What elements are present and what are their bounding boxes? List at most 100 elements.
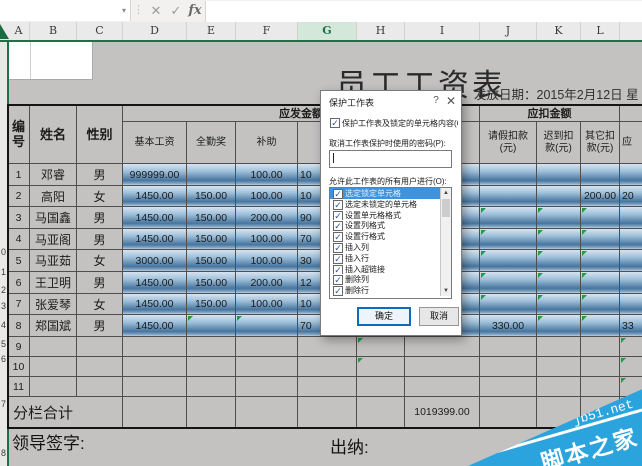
ok-button[interactable]: 确定 <box>357 307 411 326</box>
cell-L[interactable] <box>581 164 620 186</box>
cancel-entry-icon[interactable]: ✕ <box>147 2 165 20</box>
cell-F[interactable]: 200.00 <box>236 272 298 294</box>
permission-item[interactable]: ✓ 插入行 <box>330 253 440 264</box>
cell-no[interactable]: 3 <box>8 207 30 229</box>
permission-checkbox[interactable]: ✓ <box>333 243 343 253</box>
cell-M[interactable] <box>620 294 642 315</box>
cell-I[interactable] <box>405 337 480 357</box>
cell-E[interactable] <box>187 337 236 357</box>
cell-J[interactable] <box>480 229 537 250</box>
header-other-deduct[interactable]: 其它扣 款(元) <box>581 122 620 164</box>
permission-checkbox[interactable]: ✓ <box>333 232 343 242</box>
cancel-button[interactable]: 取消 <box>419 307 459 326</box>
cell-no[interactable]: 9 <box>8 337 30 357</box>
cell-L[interactable] <box>581 357 620 377</box>
column-header-C[interactable]: C <box>77 22 123 40</box>
cell-F[interactable]: 100.00 <box>236 229 298 250</box>
permission-checkbox[interactable]: ✓ <box>333 264 343 275</box>
cell-F[interactable]: 100.00 <box>236 186 298 207</box>
column-header-F[interactable]: F <box>236 22 298 40</box>
column-header-H[interactable]: H <box>357 22 405 40</box>
cell-name[interactable]: 邓睿 <box>30 164 77 186</box>
cell-J[interactable] <box>480 337 537 357</box>
dialog-help-icon[interactable]: ? <box>429 94 443 108</box>
cell-no[interactable]: 2 <box>8 186 30 207</box>
cell-K[interactable] <box>537 377 581 397</box>
subtotal-I[interactable]: 1019399.00 <box>405 397 480 428</box>
cell-M[interactable]: 33 <box>620 315 642 337</box>
cell-name[interactable]: 马亚阁 <box>30 229 77 250</box>
cell-D[interactable]: 1450.00 <box>123 207 187 229</box>
row-header-number[interactable]: 5 <box>0 339 6 351</box>
cell-B[interactable] <box>30 337 77 357</box>
header-late-deduct[interactable]: 迟到扣 款(元) <box>537 122 581 164</box>
cell-H[interactable] <box>357 377 405 397</box>
cell-no[interactable]: 11 <box>8 377 30 397</box>
cell-B[interactable] <box>30 357 77 377</box>
insert-function-icon[interactable]: fx <box>186 2 204 20</box>
cell-H[interactable] <box>357 357 405 377</box>
cell-E[interactable] <box>187 377 236 397</box>
cell-H[interactable] <box>357 337 405 357</box>
cell-J[interactable] <box>480 186 537 207</box>
header-gender[interactable]: 性别 <box>77 105 123 164</box>
permission-item[interactable]: ✓ 设置行格式 <box>330 231 440 242</box>
cell-D[interactable] <box>123 337 187 357</box>
subtotal-D[interactable] <box>123 397 187 428</box>
cell-no[interactable]: 8 <box>8 315 30 337</box>
cell-K[interactable] <box>537 315 581 337</box>
cell-K[interactable] <box>537 337 581 357</box>
cell-M[interactable] <box>620 250 642 272</box>
permission-item[interactable]: ✓ 选定锁定单元格 <box>330 188 440 199</box>
column-header-D[interactable]: D <box>123 22 187 40</box>
header-deduct-group[interactable]: 应扣金额 <box>480 105 620 122</box>
confirm-entry-icon[interactable]: ✓ <box>167 2 185 20</box>
cell-M[interactable]: 20 <box>620 186 642 207</box>
permission-item[interactable]: ✓ 插入列 <box>330 242 440 253</box>
cell-E[interactable]: 150.00 <box>187 229 236 250</box>
cell-gender[interactable]: 男 <box>77 315 123 337</box>
row-header-number[interactable]: 7 <box>0 399 6 411</box>
empty-white-cell[interactable] <box>9 42 93 80</box>
cell-F[interactable]: 200.00 <box>236 207 298 229</box>
scroll-down-icon[interactable]: ▼ <box>441 286 451 296</box>
cell-D[interactable]: 999999.00 <box>123 164 187 186</box>
permission-checkbox[interactable]: ✓ <box>333 253 343 264</box>
cell-G[interactable] <box>298 357 357 377</box>
cell-K[interactable] <box>537 272 581 294</box>
permission-checkbox[interactable]: ✓ <box>333 275 343 286</box>
permission-item[interactable]: ✓ 选定未锁定的单元格 <box>330 199 440 210</box>
cell-D[interactable]: 1450.00 <box>123 186 187 207</box>
cell-M[interactable] <box>620 207 642 229</box>
cell-J[interactable] <box>480 294 537 315</box>
cell-M[interactable] <box>620 164 642 186</box>
cell-no[interactable]: 1 <box>8 164 30 186</box>
cell-no[interactable]: 7 <box>8 294 30 315</box>
row-header-number[interactable]: 3 <box>0 301 6 313</box>
cell-name[interactable]: 王卫明 <box>30 272 77 294</box>
cell-F[interactable] <box>236 357 298 377</box>
dialog-close-icon[interactable]: ✕ <box>444 94 458 108</box>
cell-gender[interactable]: 女 <box>77 250 123 272</box>
cell-E[interactable]: 150.00 <box>187 294 236 315</box>
cell-no[interactable]: 10 <box>8 357 30 377</box>
row-header-number[interactable]: 0 <box>0 247 6 259</box>
cell-F[interactable] <box>236 377 298 397</box>
cell-I[interactable] <box>405 377 480 397</box>
cell-E[interactable]: 150.00 <box>187 250 236 272</box>
cell-gender[interactable]: 男 <box>77 229 123 250</box>
cell-name[interactable]: 张爱琴 <box>30 294 77 315</box>
cell-no[interactable]: 5 <box>8 250 30 272</box>
cell-E[interactable]: 150.00 <box>187 207 236 229</box>
row-header-number[interactable]: 1 <box>0 267 6 279</box>
cell-F[interactable]: 100.00 <box>236 164 298 186</box>
cell-G[interactable] <box>298 377 357 397</box>
cell-no[interactable]: 6 <box>8 272 30 294</box>
cell-J[interactable] <box>480 207 537 229</box>
protect-contents-checkbox[interactable]: ✓ <box>330 118 340 128</box>
cell-J[interactable]: 330.00 <box>480 315 537 337</box>
column-header-J[interactable]: J <box>480 22 537 40</box>
scroll-up-icon[interactable]: ▲ <box>441 188 451 198</box>
cell-name[interactable]: 高阳 <box>30 186 77 207</box>
cell-F[interactable]: 100.00 <box>236 250 298 272</box>
